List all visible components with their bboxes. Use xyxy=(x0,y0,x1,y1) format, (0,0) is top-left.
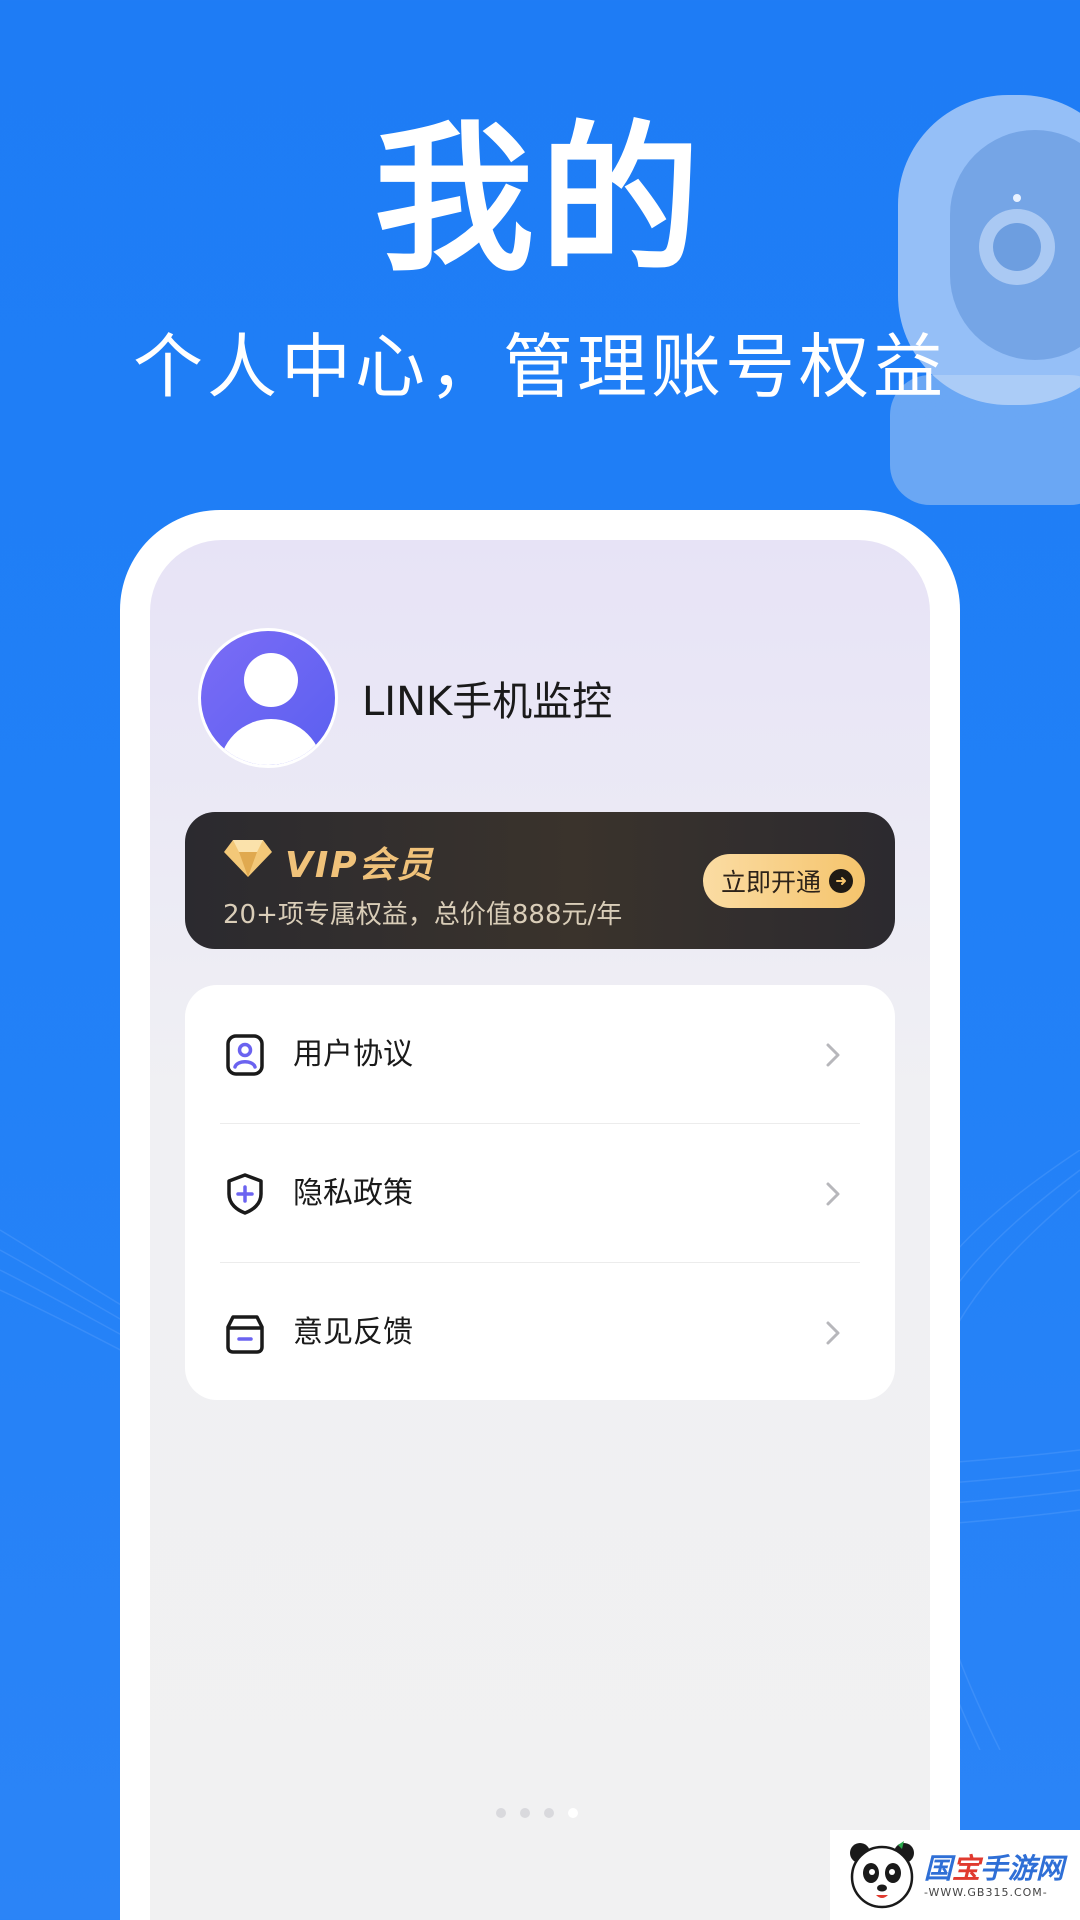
user-agreement-icon xyxy=(226,1034,264,1076)
vip-title: VIP会员 xyxy=(285,845,435,886)
app-screenshot: { "hero": { "title": "我的", "subtitle": "… xyxy=(0,0,1080,1920)
watermark-url: -WWW.GB315.COM- xyxy=(924,1885,1048,1899)
menu-item-label: 隐私政策 xyxy=(293,1176,413,1211)
menu-item-label: 用户协议 xyxy=(293,1037,413,1072)
site-watermark: 国宝手游网 -WWW.GB315.COM- xyxy=(830,1830,1080,1920)
watermark-site-name: 国宝手游网 xyxy=(924,1851,1065,1885)
diamond-icon xyxy=(224,840,272,877)
page-dot[interactable] xyxy=(544,1808,554,1818)
panda-logo-icon xyxy=(850,1841,914,1909)
settings-menu: 用户协议 隐私政策 意见反馈 xyxy=(185,985,895,1400)
page-dot[interactable] xyxy=(520,1808,530,1818)
profile-header[interactable]: LINK手机监控 xyxy=(198,628,612,768)
vip-description: 20+项专属权益，总价值888元/年 xyxy=(223,900,623,930)
page-dot[interactable] xyxy=(496,1808,506,1818)
page-dot-active[interactable] xyxy=(568,1808,578,1818)
feedback-box-icon xyxy=(226,1315,264,1354)
chevron-right-icon xyxy=(826,1182,840,1206)
chevron-right-icon xyxy=(826,1321,840,1345)
username-label: LINK手机监控 xyxy=(362,679,613,725)
vip-activate-button[interactable]: 立即开通 xyxy=(702,854,865,908)
vip-membership-card[interactable]: VIP会员 20+项专属权益，总价值888元/年 立即开通 xyxy=(185,812,895,949)
page-hero-subtitle: 个人中心，管理账号权益 xyxy=(133,326,947,408)
chevron-right-icon xyxy=(826,1043,840,1067)
page-hero-title: 我的 xyxy=(373,106,706,293)
phone-screen: LINK手机监控 VIP会员 20+项专属权益，总价值888元/年 立即开通 用… xyxy=(150,540,930,1920)
vip-activate-label: 立即开通 xyxy=(720,868,821,897)
menu-item-privacy-policy[interactable]: 隐私政策 xyxy=(185,1124,895,1262)
user-avatar-icon[interactable] xyxy=(198,628,338,768)
shield-plus-icon xyxy=(227,1173,263,1215)
menu-item-label: 意见反馈 xyxy=(293,1315,413,1350)
page-indicator xyxy=(496,1808,592,1818)
menu-item-feedback[interactable]: 意见反馈 xyxy=(185,1263,895,1401)
menu-item-user-agreement[interactable]: 用户协议 xyxy=(185,985,895,1123)
arrow-right-icon xyxy=(829,869,853,893)
